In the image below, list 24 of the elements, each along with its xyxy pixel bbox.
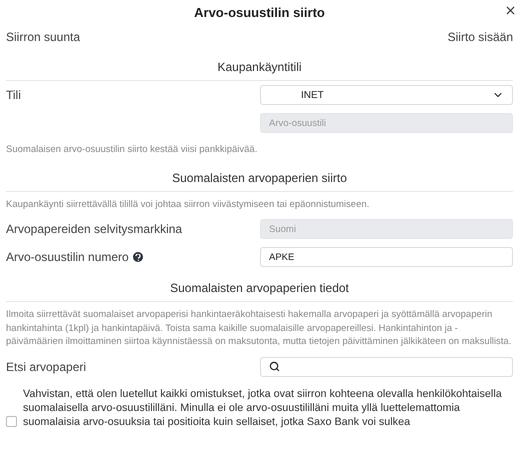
help-icon[interactable] xyxy=(132,252,143,262)
close-icon xyxy=(504,4,517,17)
info-text: Kaupankäynti siirrettävällä tilillä voi johtaa siirron viivästymiseen tai epäonnistumiseen. xyxy=(6,198,370,211)
section-title: Suomalaisten arvopaperien siirto xyxy=(6,160,513,192)
input-field: Arvo-osuustili xyxy=(260,113,513,133)
search-field[interactable] xyxy=(260,356,513,376)
confirmation-text: Vahvistan, että olen luetellut kaikki omistukset, jotka ovat siirron kohteena olevalla henkilökohtaisella suomalaisella arvo-osuustililläni. Minulla ei ole arvo-osuustililläni muita yllä luettelemattomia suomalaisia arvo-osuuksia tai positioita kuin sellaiset, jotka Saxo Bank voi sulkea xyxy=(23,386,503,428)
input-field[interactable]: APKE xyxy=(260,247,513,267)
field-label: Etsi arvopaperi xyxy=(6,360,88,374)
field-label: Tili xyxy=(6,88,22,102)
close-button[interactable] xyxy=(504,4,517,17)
field-label: Arvo-osuustilin numero xyxy=(6,250,260,264)
section-title: Kaupankäyntitili xyxy=(6,50,513,81)
info-text: Suomalaisen arvo-osuustilin siirto kestää viisi pankkipäivää. xyxy=(6,143,258,156)
section-title: Suomalaisten arvopaperien tiedot xyxy=(6,271,513,302)
info-text: Ilmoita siirrettävät suomalaiset arvopaperisi hankintaeräkohtaisesti hakemalla arvopaperi ja syöttämällä arvopaperin hankintahinta (1kpl) ja hankintapäivä. Toista sama kaikille suomalaisille arvopapereillesi. Hankintahinton ja -päivämäärien ilmoittaminen siirtoa käynnistäessä on maksutonta, mutta tietojen päivittäminen jälkikäteen on maksullista. xyxy=(6,308,512,348)
input-field: Suomi xyxy=(260,219,513,239)
field-label: Arvopapereiden selvitysmarkkina xyxy=(6,222,184,236)
field-label: Siirron suunta xyxy=(6,30,80,44)
dialog-title: Arvo-osuustilin siirto xyxy=(194,4,325,20)
account-select[interactable]: INET xyxy=(260,85,513,105)
checkbox[interactable] xyxy=(6,416,17,426)
field-value: Siirto sisään xyxy=(448,30,513,44)
search-icon xyxy=(269,361,280,372)
